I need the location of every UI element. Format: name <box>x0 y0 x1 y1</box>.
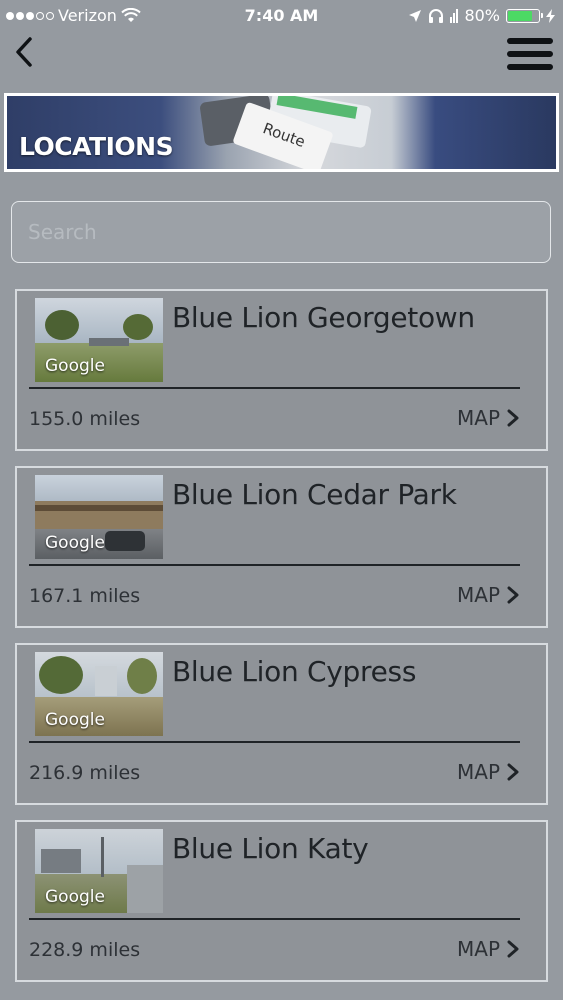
page-title: LOCATIONS <box>19 132 174 161</box>
location-distance: 228.9 miles <box>29 939 141 961</box>
location-thumbnail: Google <box>35 298 163 382</box>
google-watermark: Google <box>45 710 105 730</box>
charging-bolt-icon <box>546 8 555 23</box>
battery-percentage: 80% <box>464 6 500 25</box>
back-button[interactable] <box>8 32 44 72</box>
map-link-label: MAP <box>457 406 500 430</box>
location-arrow-icon <box>409 9 422 22</box>
map-link[interactable]: MAP <box>457 583 520 607</box>
location-card[interactable]: Google Blue Lion Cedar Park 167.1 miles … <box>15 466 548 628</box>
headphones-icon <box>429 9 444 23</box>
search-input[interactable] <box>11 201 551 263</box>
chevron-left-icon <box>16 37 32 67</box>
location-name[interactable]: Blue Lion Cypress <box>172 655 416 688</box>
battery-icon <box>506 8 543 23</box>
chevron-right-icon <box>507 940 519 958</box>
location-distance: 167.1 miles <box>29 585 141 607</box>
status-bar: Verizon 7:40 AM 80% <box>0 0 563 32</box>
location-name[interactable]: Blue Lion Katy <box>172 832 369 865</box>
signal-bars-icon <box>450 8 459 23</box>
map-link[interactable]: MAP <box>457 760 520 784</box>
location-thumbnail: Google <box>35 475 163 559</box>
map-link-label: MAP <box>457 760 500 784</box>
location-name[interactable]: Blue Lion Georgetown <box>172 301 475 334</box>
card-divider <box>29 918 520 920</box>
menu-button[interactable] <box>507 38 553 74</box>
location-name[interactable]: Blue Lion Cedar Park <box>172 478 457 511</box>
location-card[interactable]: Google Blue Lion Katy 228.9 miles MAP <box>15 820 548 982</box>
map-link[interactable]: MAP <box>457 937 520 961</box>
google-watermark: Google <box>45 533 105 553</box>
google-watermark: Google <box>45 887 105 907</box>
map-link-label: MAP <box>457 937 500 961</box>
chevron-right-icon <box>507 409 519 427</box>
card-divider <box>29 741 520 743</box>
location-card[interactable]: Google Blue Lion Cypress 216.9 miles MAP <box>15 643 548 805</box>
location-distance: 216.9 miles <box>29 762 141 784</box>
card-divider <box>29 564 520 566</box>
map-link-label: MAP <box>457 583 500 607</box>
map-link[interactable]: MAP <box>457 406 520 430</box>
location-distance: 155.0 miles <box>29 408 141 430</box>
status-right: 80% <box>408 6 555 25</box>
chevron-right-icon <box>507 586 519 604</box>
locations-banner: Route LOCATIONS <box>4 93 559 172</box>
card-divider <box>29 387 520 389</box>
location-card[interactable]: Google Blue Lion Georgetown 155.0 miles … <box>15 289 548 451</box>
battery-level-fill <box>508 10 532 21</box>
location-thumbnail: Google <box>35 829 163 913</box>
chevron-right-icon <box>507 763 519 781</box>
google-watermark: Google <box>45 356 105 376</box>
location-thumbnail: Google <box>35 652 163 736</box>
